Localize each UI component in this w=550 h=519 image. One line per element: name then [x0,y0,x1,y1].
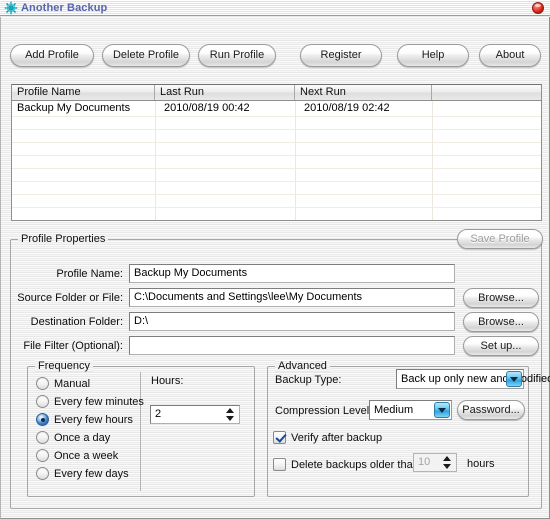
radio-indicator [36,431,49,444]
profile-list-body: Backup My Documents 2010/08/19 00:42 201… [12,101,541,220]
title-bar[interactable]: Another Backup [0,0,550,16]
table-row-empty[interactable] [12,116,541,129]
radio-every-few-days[interactable]: Every few days [36,467,129,481]
profile-name-input[interactable]: Backup My Documents [129,264,455,283]
radio-label: Every few minutes [54,396,144,408]
chevron-down-icon[interactable] [506,371,522,387]
register-button[interactable]: Register [300,44,382,67]
hours-stepper[interactable]: 2 [150,405,240,424]
radio-every-few-minutes[interactable]: Every few minutes [36,395,144,409]
compression-level-select[interactable]: Medium [369,400,452,420]
table-row-empty[interactable] [12,168,541,181]
about-button[interactable]: About [479,44,541,67]
table-row-empty[interactable] [12,142,541,155]
delete-profile-button[interactable]: Delete Profile [102,44,190,67]
window-title: Another Backup [21,2,108,14]
compression-level-value: Medium [374,404,414,416]
file-filter-input[interactable] [129,336,455,355]
column-header-profile-name[interactable]: Profile Name [12,85,155,100]
column-header-next-run[interactable]: Next Run [295,85,432,100]
profile-list-header: Profile Name Last Run Next Run [12,85,541,101]
profile-name-label: Profile Name: [56,268,123,280]
password-button[interactable]: Password... [457,400,525,420]
source-folder-input[interactable]: C:\Documents and Settings\lee\My Documen… [129,288,455,307]
radio-label: Once a week [54,450,119,462]
delete-old-backups-label: Delete backups older than [291,459,419,471]
window-body: Add Profile Delete Profile Run Profile R… [0,17,550,519]
application-window: Another Backup Add Profile Delete Profil… [0,0,550,519]
checkbox-indicator [273,431,286,444]
cell-next-run: 2010/08/19 02:42 [304,102,390,114]
radio-label: Every few hours [54,414,133,426]
radio-indicator [36,395,49,408]
frequency-divider [140,372,141,491]
delete-old-hours-stepper[interactable]: 10 [413,453,457,472]
backup-type-value: Back up only new and modified files [401,373,550,385]
radio-indicator [36,377,49,390]
chevron-down-icon[interactable] [434,402,450,418]
set-up-filter-button[interactable]: Set up... [463,336,539,356]
backup-type-select[interactable]: Back up only new and modified files [396,369,550,389]
destination-folder-input[interactable]: D:\ [129,312,455,331]
snowflake-icon [4,1,18,15]
advanced-label: Advanced [275,360,330,372]
add-profile-button[interactable]: Add Profile [10,44,94,67]
table-row-empty[interactable] [12,181,541,194]
column-header-extra[interactable] [432,85,541,100]
save-profile-button[interactable]: Save Profile [457,229,543,249]
delete-old-hours-value: 10 [418,456,431,468]
delete-old-backups-checkbox[interactable]: Delete backups older than [273,458,419,472]
hours-value: 2 [155,408,162,420]
close-icon[interactable] [532,2,544,14]
cell-last-run: 2010/08/19 00:42 [164,102,250,114]
radio-every-few-hours[interactable]: Every few hours [36,413,133,427]
cell-profile-name: Backup My Documents [17,102,131,114]
destination-folder-label: Destination Folder: [30,316,123,328]
run-profile-button[interactable]: Run Profile [198,44,276,67]
verify-after-backup-checkbox[interactable]: Verify after backup [273,431,382,445]
delete-old-hours-unit: hours [467,458,495,470]
browse-destination-button[interactable]: Browse... [463,312,539,332]
radio-once-a-week[interactable]: Once a week [36,449,118,463]
hours-label: Hours: [151,375,184,387]
checkbox-indicator [273,458,286,471]
stepper-arrows-icon[interactable] [225,407,236,422]
profile-list[interactable]: Profile Name Last Run Next Run Backup My… [11,84,542,221]
stepper-arrows-icon[interactable] [442,455,453,470]
frequency-label: Frequency [35,360,93,372]
radio-indicator [36,467,49,480]
radio-manual[interactable]: Manual [36,377,90,391]
table-row-empty[interactable] [12,207,541,220]
compression-level-label: Compression Level: [275,405,373,417]
column-header-last-run[interactable]: Last Run [155,85,295,100]
table-row[interactable]: Backup My Documents 2010/08/19 00:42 201… [12,101,541,116]
radio-label: Once a day [54,432,111,444]
table-row-empty[interactable] [12,129,541,142]
file-filter-label: File Filter (Optional): [23,340,123,352]
backup-type-label: Backup Type: [275,374,342,386]
radio-indicator [36,449,49,462]
help-button[interactable]: Help [397,44,469,67]
radio-once-a-day[interactable]: Once a day [36,431,110,445]
table-row-empty[interactable] [12,155,541,168]
profile-properties-label: Profile Properties [18,233,109,245]
radio-label: Manual [54,378,91,390]
source-folder-label: Source Folder or File: [17,292,123,304]
radio-indicator [36,413,49,426]
table-row-empty[interactable] [12,194,541,207]
verify-after-backup-label: Verify after backup [291,432,383,444]
browse-source-button[interactable]: Browse... [463,288,539,308]
radio-label: Every few days [54,468,129,480]
